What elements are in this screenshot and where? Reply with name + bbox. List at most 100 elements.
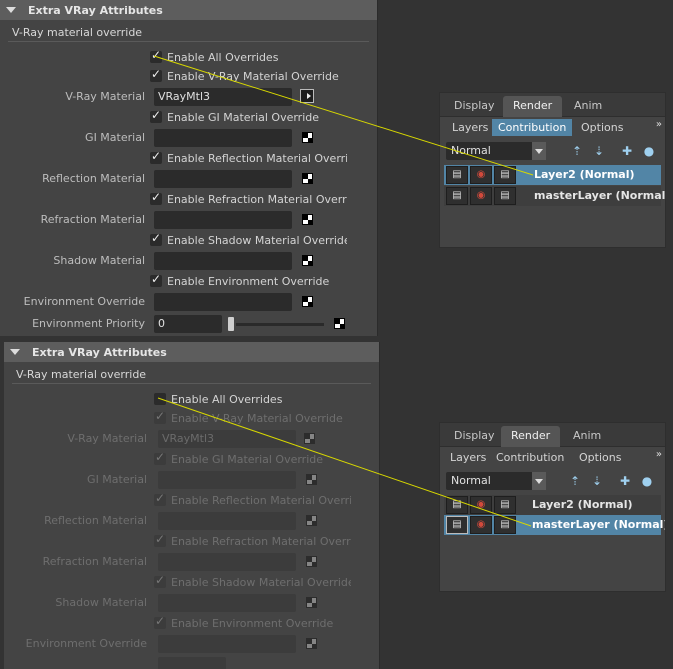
enable-reflection-override-row: Enable Reflection Material Override — [4, 491, 379, 511]
checker-icon — [304, 433, 315, 444]
chevron-down-icon[interactable] — [532, 142, 546, 160]
new-layer-icon[interactable]: ✚ — [616, 473, 634, 489]
tab-anim[interactable]: Anim — [563, 426, 611, 447]
layer-row[interactable]: ▤ ◉ ▤ Layer2 (Normal) — [444, 165, 661, 185]
layer-name: masterLayer (Normal) — [532, 518, 666, 531]
reflection-material-field[interactable] — [154, 170, 292, 188]
section-header[interactable]: Extra VRay Attributes — [4, 342, 379, 362]
move-layer-down-icon[interactable]: ⇣ — [588, 473, 606, 489]
chevron-down-icon[interactable] — [532, 472, 546, 490]
tab-anim[interactable]: Anim — [564, 96, 612, 117]
enable-environment-override-checkbox[interactable] — [150, 272, 162, 287]
clapperboard-icon[interactable]: ▤ — [494, 166, 516, 184]
mode-value: Normal — [451, 474, 491, 487]
clapperboard-icon[interactable]: ▤ — [446, 187, 468, 205]
enable-vray-override-checkbox[interactable] — [150, 67, 162, 82]
clapperboard-icon[interactable]: ▤ — [494, 496, 516, 514]
layer-mode-dropdown[interactable]: Normal — [446, 142, 546, 160]
refraction-material-row: Refraction Material — [0, 210, 377, 230]
enable-refraction-override-checkbox[interactable] — [150, 190, 162, 205]
enable-all-overrides-row: Enable All Overrides — [4, 390, 379, 410]
checker-icon — [306, 597, 317, 608]
checker-icon[interactable] — [334, 318, 345, 329]
field-label: Reflection Material — [42, 172, 145, 185]
eye-icon[interactable]: ◉ — [470, 166, 492, 184]
field-label: Shadow Material — [53, 254, 145, 267]
environment-priority-slider[interactable] — [236, 323, 324, 326]
gi-material-field[interactable] — [154, 129, 292, 147]
menu-contribution[interactable]: Contribution — [490, 449, 570, 466]
attribute-panel-disabled: Extra VRay Attributes V-Ray material ove… — [4, 342, 380, 669]
shadow-material-field[interactable] — [154, 252, 292, 270]
add-selected-to-layer-icon[interactable]: ● — [640, 143, 658, 159]
clapperboard-icon[interactable]: ▤ — [494, 187, 516, 205]
new-layer-icon[interactable]: ✚ — [618, 143, 636, 159]
map-button-icon[interactable] — [300, 89, 314, 103]
subsection-header: V-Ray material override — [8, 24, 369, 42]
checkbox-label: Enable Environment Override — [171, 617, 334, 630]
environment-override-field[interactable] — [154, 293, 292, 311]
eye-icon[interactable]: ◉ — [470, 516, 492, 534]
tab-display[interactable]: Display — [444, 426, 505, 447]
layer-mode-dropdown[interactable]: Normal — [446, 472, 546, 490]
enable-shadow-override-checkbox[interactable] — [150, 231, 162, 246]
environment-priority-field[interactable]: 0 — [154, 315, 222, 333]
section-header[interactable]: Extra VRay Attributes — [0, 0, 377, 20]
checker-icon[interactable] — [302, 296, 313, 307]
layer-row[interactable]: ▤ ◉ ▤ masterLayer (Normal) — [444, 186, 665, 206]
field-label: GI Material — [87, 473, 147, 486]
add-selected-to-layer-icon[interactable]: ● — [638, 473, 656, 489]
layer-editor-tabs: Display Render Anim — [440, 423, 665, 447]
field-label: Environment Override — [25, 637, 147, 650]
move-layer-up-icon[interactable]: ⇡ — [568, 143, 586, 159]
enable-all-overrides-checkbox[interactable] — [150, 48, 162, 63]
refraction-material-field[interactable] — [154, 211, 292, 229]
clapperboard-icon[interactable]: ▤ — [446, 166, 468, 184]
checker-icon[interactable] — [302, 132, 313, 143]
clapperboard-icon[interactable]: ▤ — [446, 496, 468, 514]
layer-editor-menubar: Layers Contribution Options » — [440, 117, 665, 137]
clapperboard-icon[interactable]: ▤ — [446, 516, 468, 534]
checkbox-label: Enable V-Ray Material Override — [171, 412, 343, 425]
checkbox-label: Enable Environment Override — [167, 275, 330, 288]
collapse-triangle-icon[interactable] — [10, 349, 20, 355]
tab-render[interactable]: Render — [501, 426, 561, 447]
checkbox-label: Enable All Overrides — [171, 393, 283, 406]
menu-options[interactable]: Options — [573, 449, 627, 466]
eye-icon[interactable]: ◉ — [470, 187, 492, 205]
menu-contribution[interactable]: Contribution — [492, 119, 573, 136]
enable-gi-override-checkbox[interactable] — [150, 108, 162, 123]
enable-shadow-override-row: Enable Shadow Material Override — [0, 231, 377, 251]
more-menu-icon[interactable]: » — [656, 119, 662, 130]
checkbox-label: Enable Reflection Material Override — [167, 152, 347, 165]
clapperboard-icon[interactable]: ▤ — [494, 516, 516, 534]
slider-handle[interactable] — [228, 317, 234, 331]
tab-display[interactable]: Display — [444, 96, 505, 117]
layer-editor-menubar: Layers Contribution Options » — [440, 447, 665, 467]
checkbox-label: Enable V-Ray Material Override — [167, 70, 339, 83]
collapse-triangle-icon[interactable] — [6, 7, 16, 13]
menu-options[interactable]: Options — [575, 119, 629, 136]
checker-icon[interactable] — [302, 214, 313, 225]
vray-material-field[interactable]: VRayMtl3 — [154, 88, 292, 106]
enable-refraction-override-row: Enable Refraction Material Override — [4, 532, 379, 552]
enable-all-overrides-checkbox[interactable] — [154, 393, 166, 405]
eye-icon[interactable]: ◉ — [470, 496, 492, 514]
menu-layers[interactable]: Layers — [446, 119, 494, 136]
enable-reflection-override-row: Enable Reflection Material Override — [0, 149, 377, 169]
checker-icon[interactable] — [302, 255, 313, 266]
tab-render[interactable]: Render — [503, 96, 563, 117]
field-label: V-Ray Material — [65, 90, 145, 103]
menu-layers[interactable]: Layers — [444, 449, 492, 466]
more-menu-icon[interactable]: » — [656, 449, 662, 460]
move-layer-up-icon[interactable]: ⇡ — [566, 473, 584, 489]
move-layer-down-icon[interactable]: ⇣ — [590, 143, 608, 159]
checker-icon[interactable] — [302, 173, 313, 184]
enable-reflection-override-checkbox[interactable] — [150, 149, 162, 164]
layer-row[interactable]: ▤ ◉ ▤ masterLayer (Normal) — [444, 515, 665, 535]
layer-row[interactable]: ▤ ◉ ▤ Layer2 (Normal) — [444, 495, 661, 515]
environment-override-field — [158, 635, 296, 653]
enable-vray-override-row: Enable V-Ray Material Override — [4, 409, 379, 429]
field-label: V-Ray Material — [67, 432, 147, 445]
shadow-material-row: Shadow Material — [0, 251, 377, 271]
